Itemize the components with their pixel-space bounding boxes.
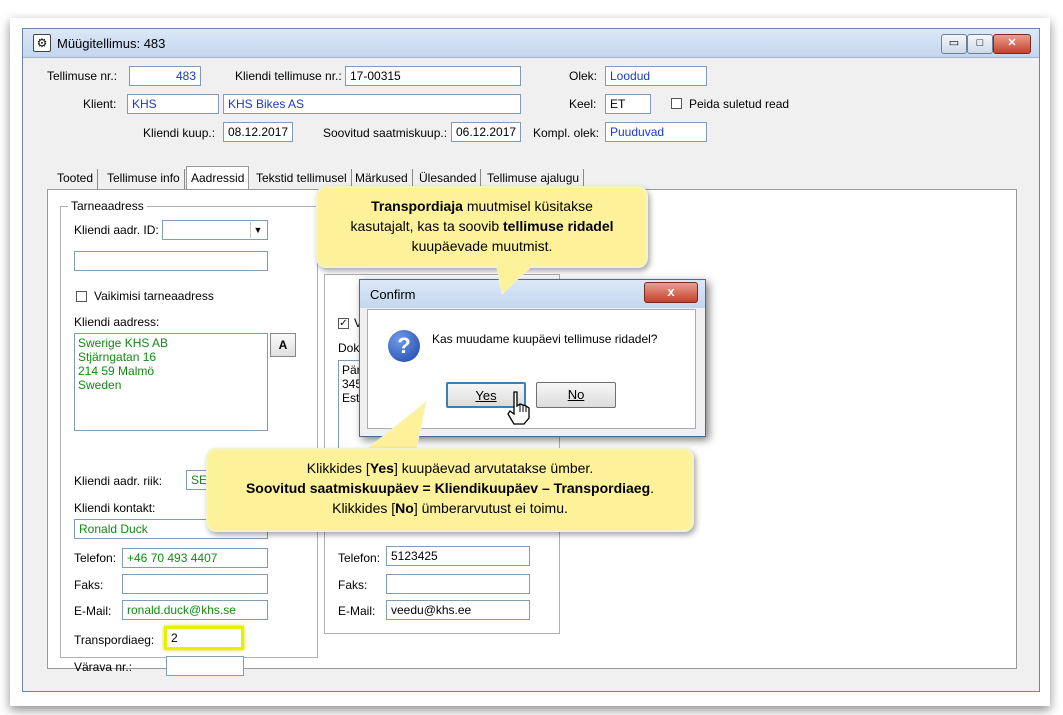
- callout-bottom-text-2: .: [650, 480, 655, 496]
- doc-email-label: E-Mail:: [338, 604, 376, 618]
- callout-top-bold-1: Transpordiaja: [371, 198, 463, 214]
- client-address-label: Kliendi aadress:: [74, 315, 160, 329]
- addr-extra-field[interactable]: [74, 251, 268, 271]
- recommended-date-field[interactable]: 06.12.2017: [451, 122, 521, 142]
- fax-field[interactable]: [122, 574, 268, 594]
- minimize-button[interactable]: ▭: [941, 34, 967, 54]
- dialog-message: Kas muudame kuupäevi tellimuse ridadel?: [432, 332, 658, 346]
- doc-fax-label: Faks:: [338, 578, 368, 592]
- compl-status-field[interactable]: Puuduvad: [605, 122, 707, 142]
- callout-bottom-line-2: Soovitud saatmiskuupäev = Kliendikuupäev…: [208, 478, 692, 498]
- client-date-label: Kliendi kuup.:: [143, 126, 216, 140]
- tab-aadressid[interactable]: Aadressid: [186, 166, 250, 190]
- doc-checkbox[interactable]: ✓: [338, 318, 349, 329]
- client-code-field[interactable]: KHS: [127, 94, 219, 114]
- maximize-button[interactable]: □: [967, 34, 993, 54]
- dialog-title: Confirm: [370, 287, 416, 302]
- client-address-textarea[interactable]: Swerige KHS AB Stjärngatan 16 214 59 Mal…: [74, 333, 268, 431]
- email-field[interactable]: ronald.duck@khs.se: [122, 600, 268, 620]
- hide-closed-label: Peida suletud read: [689, 97, 790, 111]
- callout-top: Transpordiaja muutmisel küsitakse kasuta…: [316, 186, 648, 268]
- status-label: Olek:: [569, 69, 598, 83]
- callout-bottom-bold-2: Soovitud saatmiskuupäev = Kliendikuupäev…: [245, 480, 651, 496]
- client-date-field[interactable]: 08.12.2017: [223, 122, 293, 142]
- order-no-label: Tellimuse nr.:: [47, 69, 118, 83]
- language-field[interactable]: ET: [605, 94, 651, 114]
- email-label: E-Mail:: [74, 604, 112, 618]
- hand-cursor-icon: [507, 391, 530, 425]
- doc-phone-field[interactable]: 5123425: [386, 546, 530, 566]
- callout-top-text-2: kasutajalt, kas ta soovib: [350, 218, 504, 234]
- phone-field[interactable]: +46 70 493 4407: [122, 548, 268, 568]
- addr-id-label: Kliendi aadr. ID:: [74, 223, 159, 237]
- callout-bottom-bold-1: Yes: [369, 460, 394, 476]
- question-icon: ?: [388, 330, 420, 362]
- delivery-group-label: Tarneaadress: [68, 199, 147, 213]
- callout-bottom-line-3: Klikkides [No] ümberarvutust ei toimu.: [208, 498, 692, 518]
- close-button[interactable]: ✕: [993, 34, 1031, 54]
- callout-bottom-pointer: [364, 400, 427, 451]
- chevron-down-icon[interactable]: ▼: [250, 222, 265, 238]
- callout-top-text-1: muutmisel küsitakse: [462, 198, 593, 214]
- recommended-date-label: Soovitud saatmiskuup.:: [323, 126, 448, 140]
- compl-status-label: Kompl. olek:: [533, 126, 600, 140]
- no-button[interactable]: No: [536, 382, 616, 408]
- callout-bottom: Klikkides [Yes] kuupäevad arvutatakse üm…: [206, 448, 694, 532]
- language-label: Keel:: [569, 97, 597, 111]
- transport-time-label: Transpordiaeg:: [74, 633, 155, 647]
- gate-no-field[interactable]: [166, 656, 244, 676]
- client-name-field[interactable]: KHS Bikes AS: [223, 94, 521, 114]
- callout-top-line-1: Transpordiaja muutmisel küsitakse: [318, 188, 646, 216]
- callout-top-bold-2: tellimuse ridadel: [503, 218, 614, 234]
- window-titlebar: ⚙ Müügitellimus: 483 ▭ □ ✕: [23, 29, 1039, 58]
- addr-id-select[interactable]: ▼: [162, 220, 268, 240]
- no-button-label: No: [567, 387, 585, 402]
- callout-top-line-2: kasutajalt, kas ta soovib tellimuse rida…: [318, 216, 646, 236]
- callout-bottom-text-3a: Klikkides [: [332, 500, 396, 516]
- doc-email-field[interactable]: veedu@khs.ee: [386, 600, 530, 620]
- transport-time-field[interactable]: 2: [164, 626, 244, 650]
- address-line: 214 59 Malmö: [78, 364, 155, 378]
- dialog-close-button[interactable]: x: [644, 282, 698, 303]
- tab-tellimuse-info[interactable]: Tellimuse info: [103, 169, 185, 189]
- order-no-field[interactable]: 483: [129, 66, 201, 86]
- client-order-label: Kliendi tellimuse nr.:: [235, 69, 342, 83]
- client-order-field[interactable]: 17-00315: [345, 66, 521, 86]
- status-field[interactable]: Loodud: [605, 66, 707, 86]
- address-line: Sweden: [78, 378, 122, 392]
- callout-bottom-line-1: Klikkides [Yes] kuupäevad arvutatakse üm…: [208, 450, 692, 478]
- window-title: Müügitellimus: 483: [57, 36, 166, 51]
- address-line: Swerige KHS AB: [78, 336, 169, 350]
- callout-bottom-text-1a: Klikkides [: [306, 460, 370, 476]
- doc-address-label: Dok: [338, 341, 360, 355]
- doc-fax-field[interactable]: [386, 574, 530, 594]
- address-format-button[interactable]: A: [270, 333, 296, 357]
- default-address-checkbox[interactable]: [76, 291, 87, 302]
- callout-bottom-bold-3: No: [395, 500, 414, 516]
- address-line: Stjärngatan 16: [78, 350, 157, 364]
- fax-label: Faks:: [74, 578, 104, 592]
- callout-bottom-text-3b: ] ümberarvutust ei toimu.: [413, 500, 568, 516]
- contact-label: Kliendi kontakt:: [74, 501, 156, 515]
- country-label: Kliendi aadr. riik:: [74, 474, 163, 488]
- phone-label: Telefon:: [74, 551, 117, 565]
- callout-top-line-3: kuupäevade muutmist.: [411, 238, 553, 254]
- callout-bottom-text-1b: ] kuupäevad arvutatakse ümber.: [393, 460, 594, 476]
- doc-phone-label: Telefon:: [338, 551, 381, 565]
- callout-top-pointer: [495, 262, 537, 295]
- default-address-label: Vaikimisi tarneaadress: [94, 289, 214, 303]
- client-label: Klient:: [83, 97, 117, 111]
- hide-closed-checkbox[interactable]: [671, 98, 682, 109]
- app-icon: ⚙: [33, 34, 51, 52]
- gate-no-label: Värava nr.:: [74, 660, 133, 674]
- tab-tooted[interactable]: Tooted: [53, 169, 99, 189]
- yes-button-label: Yes: [475, 388, 497, 403]
